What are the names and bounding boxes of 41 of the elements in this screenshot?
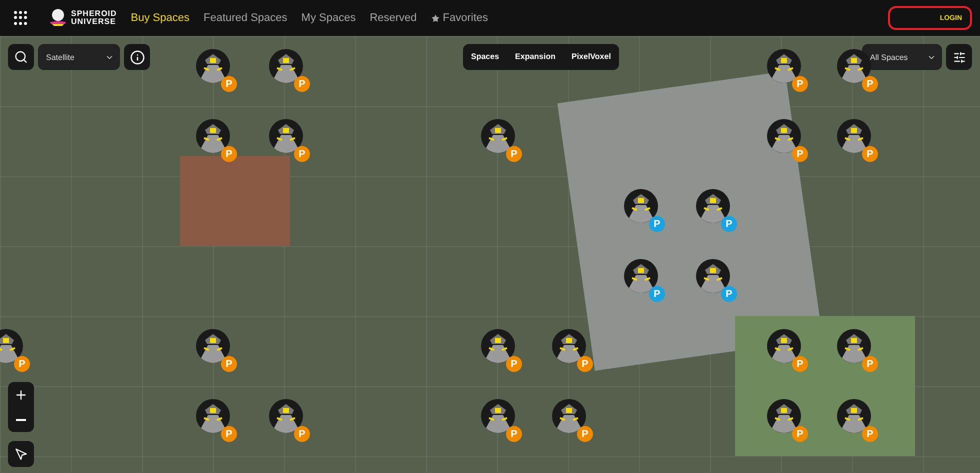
parking-badge[interactable]: P: [792, 146, 808, 162]
parking-badge[interactable]: P: [506, 146, 522, 162]
parking-badge[interactable]: P: [221, 356, 237, 372]
nav-link[interactable]: Buy Spaces: [130, 12, 190, 24]
parking-badge[interactable]: P: [294, 426, 310, 442]
parking-badge[interactable]: P: [14, 356, 30, 372]
parking-badge[interactable]: P: [221, 426, 237, 442]
nav-link[interactable]: Featured Spaces: [204, 12, 288, 24]
info-icon: [130, 50, 144, 64]
logo-text: SPHEROID: [71, 10, 117, 18]
locate-button[interactable]: [8, 441, 34, 467]
filter-settings-button[interactable]: [946, 44, 972, 70]
minus-icon: [16, 418, 26, 420]
space-type-tab[interactable]: PixelVoxel: [563, 44, 619, 70]
space-type-tab[interactable]: Expansion: [507, 44, 564, 70]
star-icon: [430, 14, 440, 22]
plus-icon: [14, 388, 28, 402]
parking-badge[interactable]: P: [577, 426, 593, 442]
parking-badge[interactable]: P: [577, 356, 593, 372]
map-layer-select[interactable]: Satellite: [38, 44, 120, 70]
nav-link[interactable]: Favorites: [430, 12, 488, 24]
search-button[interactable]: [8, 44, 34, 70]
parking-badge[interactable]: P: [506, 356, 522, 372]
space-type-tab[interactable]: Spaces: [463, 44, 508, 70]
apps-menu-icon[interactable]: [14, 11, 28, 25]
logo-text: UNIVERSE: [71, 18, 117, 26]
planet-logo-icon: [50, 9, 66, 27]
parking-badge[interactable]: P: [792, 76, 808, 92]
info-button[interactable]: [124, 44, 150, 70]
parking-badge[interactable]: P: [506, 426, 522, 442]
nav-link[interactable]: Reserved: [370, 12, 417, 24]
parking-badge[interactable]: P: [221, 76, 237, 92]
sliders-icon: [952, 50, 966, 64]
parking-badge[interactable]: P: [294, 76, 310, 92]
nav-link[interactable]: My Spaces: [301, 12, 356, 24]
search-icon: [14, 50, 28, 64]
parking-badge[interactable]: P: [294, 146, 310, 162]
parking-badge[interactable]: P: [862, 146, 878, 162]
space-filter-select[interactable]: All Spaces: [862, 44, 942, 70]
parking-badge[interactable]: P: [862, 76, 878, 92]
navigation-arrow-icon: [14, 448, 28, 460]
